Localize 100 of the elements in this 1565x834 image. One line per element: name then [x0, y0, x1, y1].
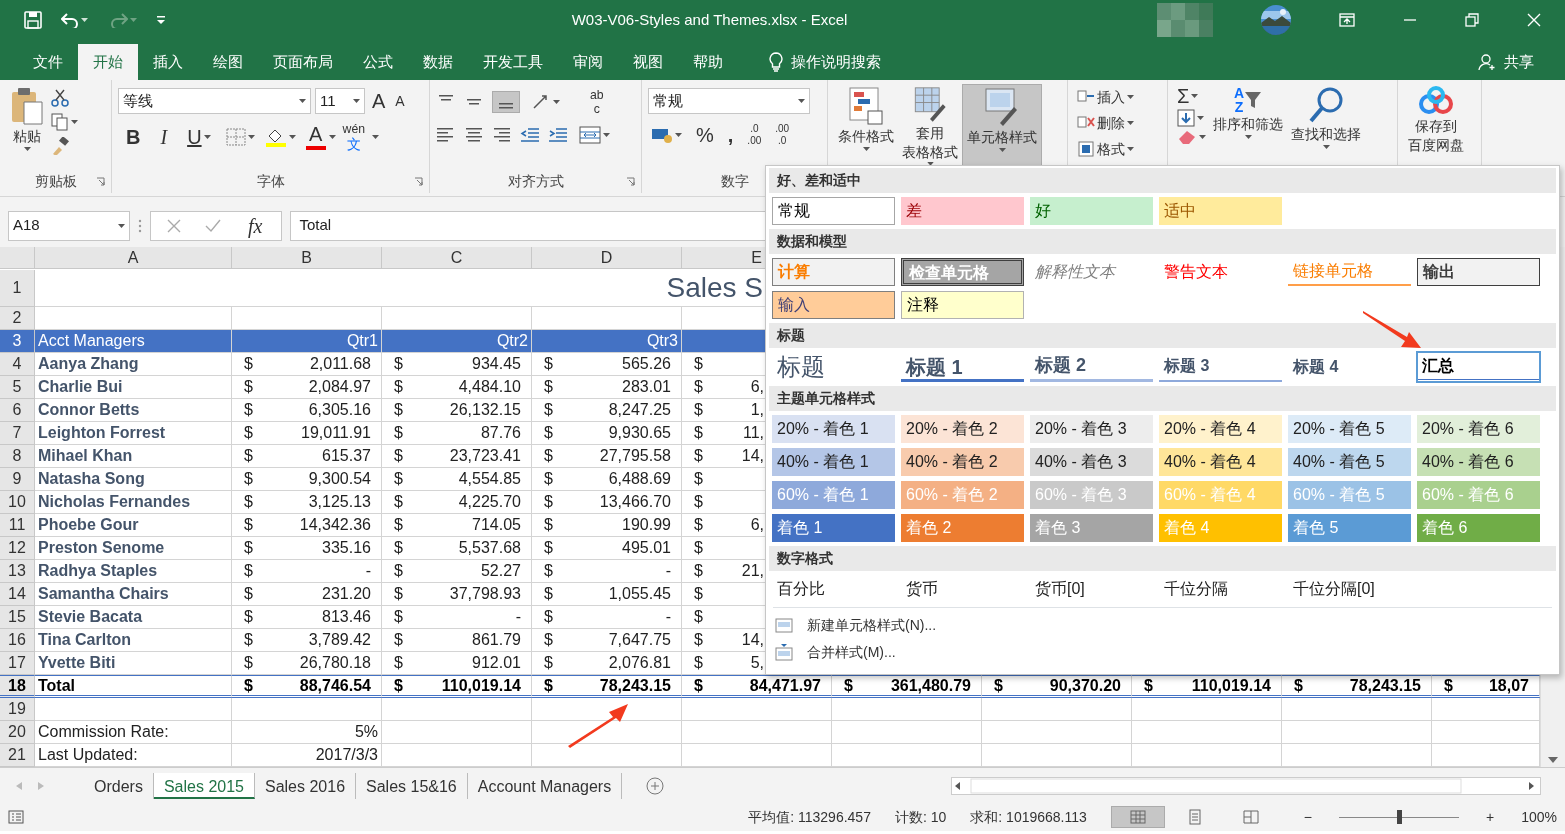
- style-option[interactable]: 输出: [1417, 258, 1540, 286]
- align-center-icon[interactable]: [464, 125, 484, 144]
- delete-cells-button[interactable]: 删除: [1074, 110, 1161, 136]
- dialog-launcher-icon[interactable]: [626, 176, 635, 186]
- horizontal-scrollbar[interactable]: [951, 776, 1541, 795]
- ribbon-tab[interactable]: 帮助: [678, 44, 738, 80]
- number-format-field[interactable]: 常规: [648, 88, 810, 114]
- row-number[interactable]: 6: [0, 399, 35, 422]
- font-color-button[interactable]: A: [302, 123, 329, 152]
- wrap-text-button[interactable]: ab c: [587, 88, 607, 117]
- style-option[interactable]: 输入: [772, 291, 895, 319]
- tell-me-search[interactable]: 操作说明搜索: [754, 44, 896, 80]
- ribbon-tab[interactable]: 页面布局: [258, 44, 348, 80]
- decrease-decimal-button[interactable]: .00 .0: [772, 123, 793, 147]
- ribbon-tab[interactable]: 文件: [18, 44, 78, 80]
- column-header[interactable]: C: [382, 247, 532, 269]
- save-icon[interactable]: [24, 11, 42, 29]
- ribbon-tab[interactable]: 数据: [408, 44, 468, 80]
- sheet-tab[interactable]: Sales 2016: [254, 772, 357, 799]
- dialog-launcher-icon[interactable]: [96, 176, 105, 186]
- restore-icon[interactable]: [1465, 13, 1479, 27]
- ribbon-tab[interactable]: 开始: [78, 44, 138, 80]
- zoom-in-button[interactable]: +: [1483, 807, 1498, 827]
- style-option[interactable]: 百分比: [772, 575, 895, 603]
- style-option[interactable]: 20% - 着色 3: [1030, 415, 1153, 443]
- style-option[interactable]: 20% - 着色 5: [1288, 415, 1411, 443]
- format-cells-button[interactable]: 格式: [1074, 136, 1161, 162]
- column-header[interactable]: A: [35, 247, 232, 269]
- save-to-cloud-button[interactable]: 保存到 百度网盘: [1404, 84, 1468, 168]
- style-option[interactable]: 40% - 着色 5: [1288, 448, 1411, 476]
- underline-button[interactable]: U: [179, 124, 219, 151]
- autosum-button[interactable]: Σ: [1174, 84, 1209, 108]
- style-option[interactable]: 40% - 着色 3: [1030, 448, 1153, 476]
- menu-item[interactable]: 合并样式(M)...: [769, 639, 902, 666]
- column-header[interactable]: D: [532, 247, 682, 269]
- confirm-icon[interactable]: [205, 218, 221, 233]
- shrink-font-button[interactable]: A: [392, 91, 408, 111]
- style-option[interactable]: 货币: [901, 575, 1024, 603]
- italic-button[interactable]: I: [152, 124, 176, 151]
- ribbon-tab[interactable]: 插入: [138, 44, 198, 80]
- style-option[interactable]: 标题 3: [1159, 352, 1282, 382]
- style-option[interactable]: 警告文本: [1159, 258, 1282, 286]
- increase-decimal-button[interactable]: .0 .00: [744, 123, 765, 147]
- row-number[interactable]: 9: [0, 468, 35, 491]
- style-option[interactable]: 常规: [772, 197, 895, 225]
- slider-thumb[interactable]: [1397, 810, 1402, 824]
- style-option[interactable]: 注释: [901, 291, 1024, 319]
- scroll-down-icon[interactable]: [1548, 757, 1558, 763]
- ribbon-tab[interactable]: 开发工具: [468, 44, 558, 80]
- row-number[interactable]: 15: [0, 606, 35, 629]
- close-icon[interactable]: [1527, 13, 1541, 27]
- style-option[interactable]: 差: [901, 197, 1024, 225]
- align-left-icon[interactable]: [436, 125, 456, 144]
- style-option[interactable]: 千位分隔[0]: [1288, 575, 1411, 603]
- name-box[interactable]: A18: [8, 210, 130, 241]
- sheet-tab[interactable]: Orders: [84, 772, 154, 799]
- copy-button[interactable]: [48, 112, 81, 132]
- paste-button[interactable]: 粘贴: [6, 84, 48, 168]
- ribbon-tab[interactable]: 绘图: [198, 44, 258, 80]
- style-option[interactable]: 40% - 着色 4: [1159, 448, 1282, 476]
- style-option[interactable]: 40% - 着色 2: [901, 448, 1024, 476]
- row-number[interactable]: 13: [0, 560, 35, 583]
- sheet-tab[interactable]: Sales 2015: [153, 772, 255, 799]
- zoom-out-button[interactable]: −: [1300, 807, 1315, 827]
- sort-filter-button[interactable]: A Z 排序和筛选: [1209, 84, 1287, 168]
- row-number[interactable]: 1: [0, 270, 35, 307]
- row-number[interactable]: 8: [0, 445, 35, 468]
- dialog-launcher-icon[interactable]: [414, 176, 423, 186]
- row-number[interactable]: 12: [0, 537, 35, 560]
- style-option[interactable]: 20% - 着色 4: [1159, 415, 1282, 443]
- find-select-button[interactable]: 查找和选择: [1287, 84, 1365, 168]
- row-number[interactable]: 7: [0, 422, 35, 445]
- column-header[interactable]: B: [232, 247, 382, 269]
- insert-cells-button[interactable]: 插入: [1074, 84, 1161, 110]
- style-option[interactable]: 标题 1: [901, 352, 1024, 382]
- percent-button[interactable]: %: [693, 122, 717, 148]
- style-option[interactable]: 40% - 着色 1: [772, 448, 895, 476]
- bold-button[interactable]: B: [118, 124, 149, 151]
- ribbon-display-icon[interactable]: [1339, 13, 1355, 27]
- style-option[interactable]: 好: [1030, 197, 1153, 225]
- style-option[interactable]: 20% - 着色 1: [772, 415, 895, 443]
- cancel-icon[interactable]: [167, 218, 181, 233]
- customize-icon[interactable]: [156, 15, 166, 25]
- row-number[interactable]: 20: [0, 721, 35, 744]
- row-number[interactable]: 4: [0, 353, 35, 376]
- style-option[interactable]: 千位分隔: [1159, 575, 1282, 603]
- increase-indent-icon[interactable]: [548, 125, 568, 144]
- row-number[interactable]: 17: [0, 652, 35, 675]
- comma-button[interactable]: ,: [724, 122, 737, 148]
- align-right-icon[interactable]: [492, 125, 512, 144]
- row-number[interactable]: 3: [0, 330, 35, 353]
- sheet-tab[interactable]: Account Managers: [467, 772, 623, 799]
- row-number[interactable]: 5: [0, 376, 35, 399]
- style-option[interactable]: 标题: [772, 352, 895, 382]
- style-option[interactable]: 汇总: [1417, 352, 1540, 382]
- add-sheet-icon[interactable]: [646, 776, 665, 795]
- share-button[interactable]: 共享: [1463, 44, 1549, 80]
- cell-styles-button[interactable]: 单元格样式: [962, 84, 1042, 168]
- row-number[interactable]: 10: [0, 491, 35, 514]
- row-number[interactable]: 2: [0, 307, 35, 330]
